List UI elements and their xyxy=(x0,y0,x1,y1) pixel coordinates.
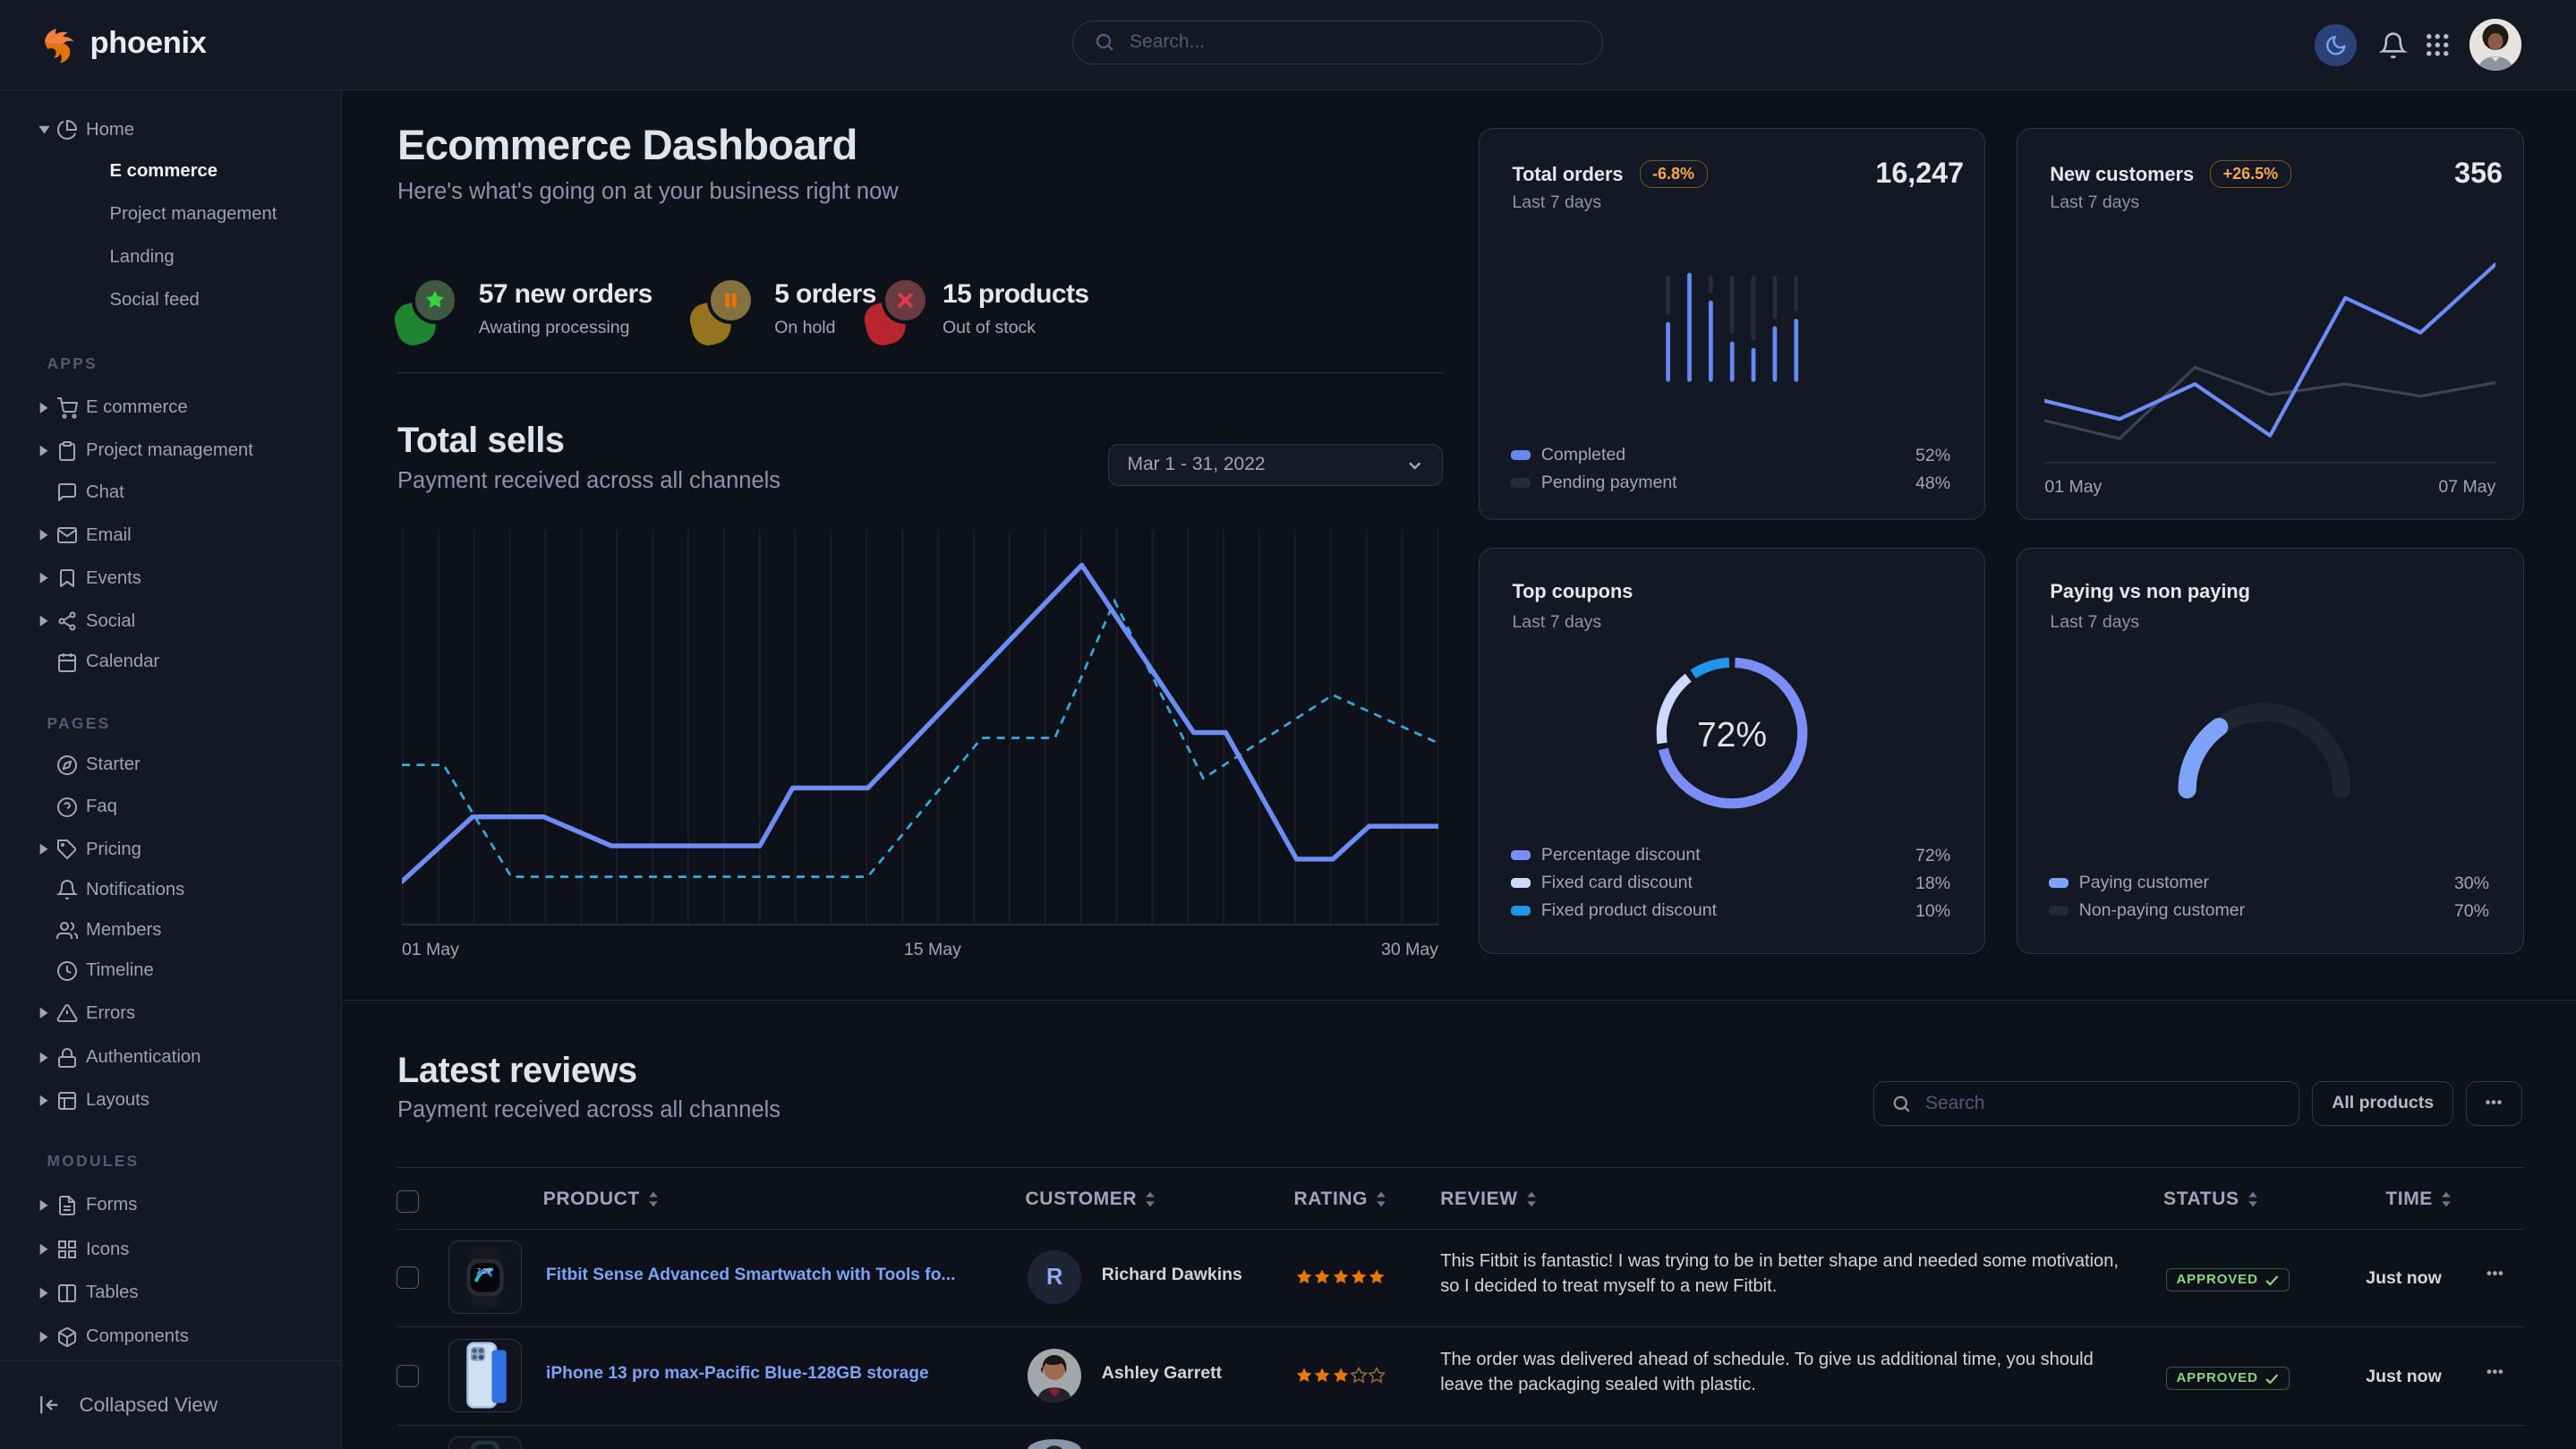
svg-text:7:29: 7:29 xyxy=(477,1267,491,1275)
